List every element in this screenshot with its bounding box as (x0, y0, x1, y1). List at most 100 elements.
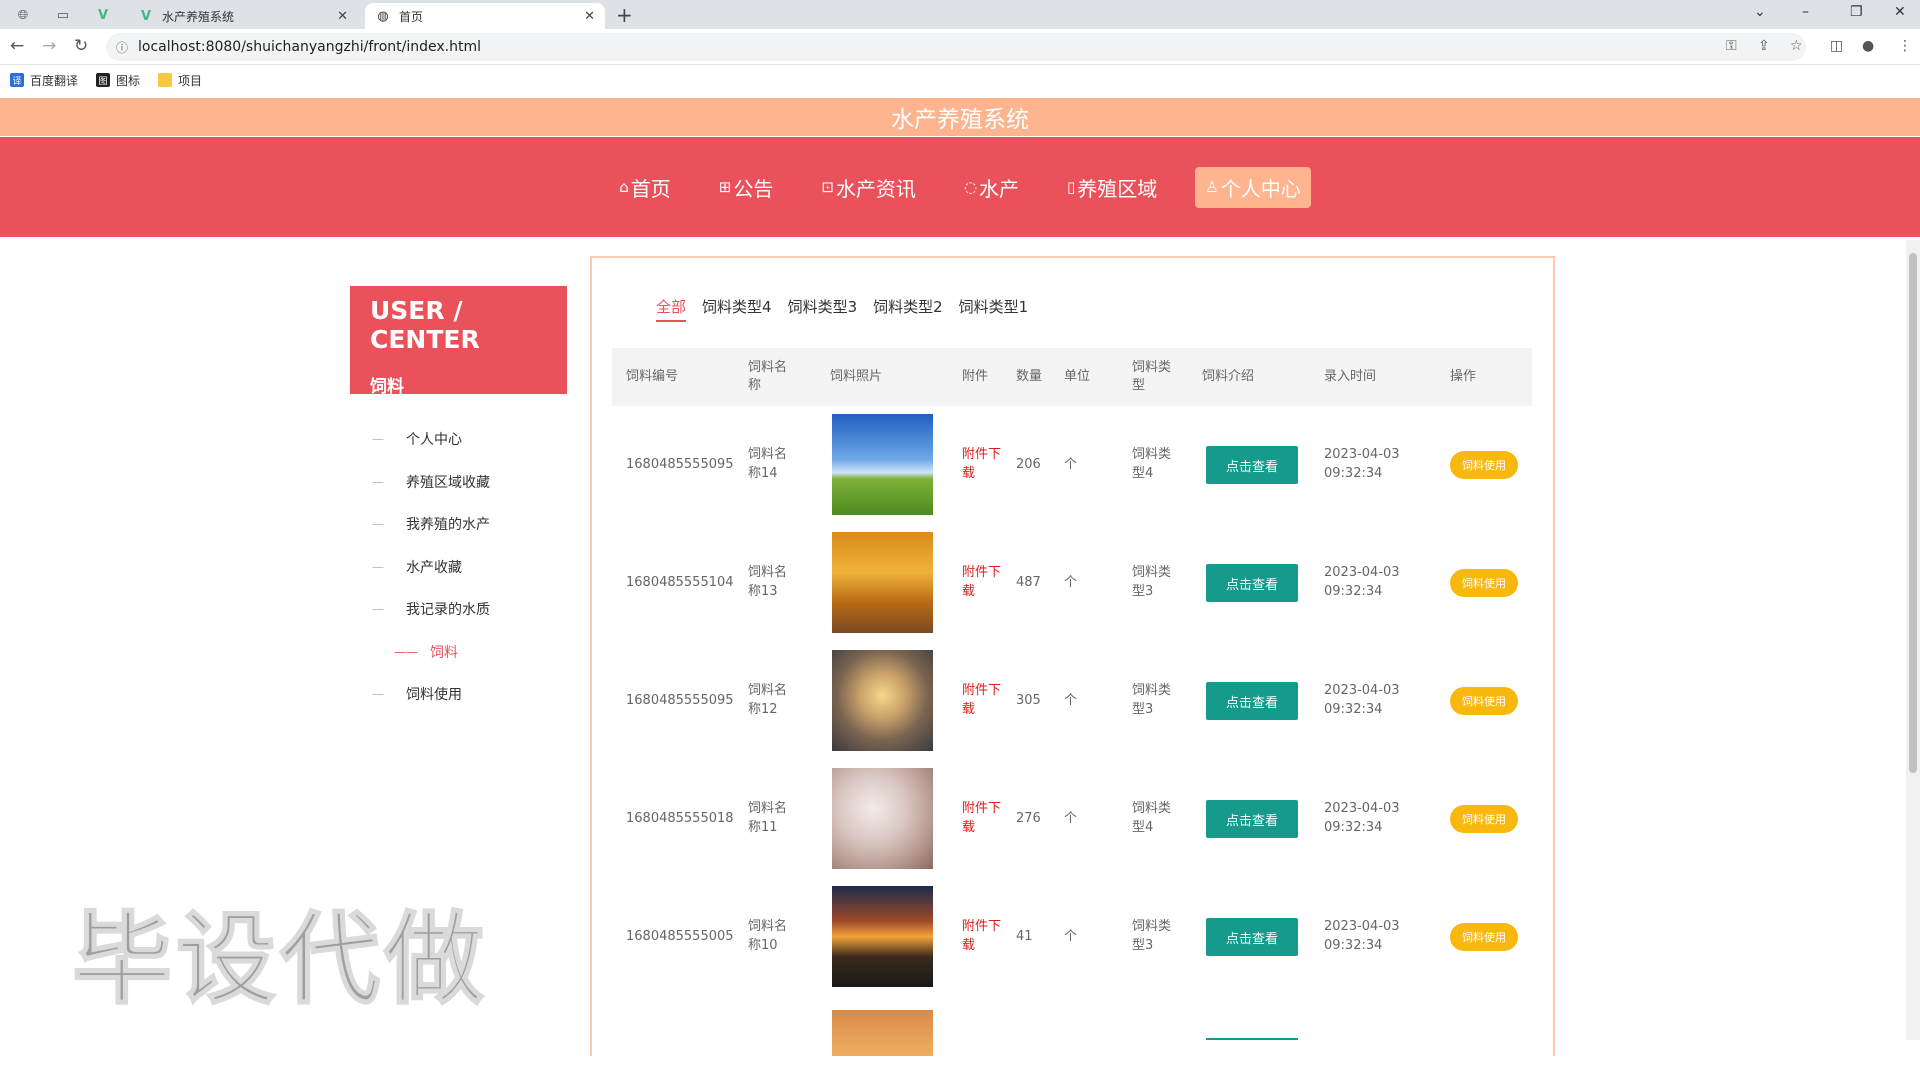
cell-unit: 个 (1064, 692, 1078, 708)
cell-qty: 487 (1016, 574, 1041, 590)
info-icon[interactable]: ⓘ (116, 39, 128, 56)
table-row: 1680485555095 饲料名称14 附件下载 206 个 饲料类型4 2023-04-… (612, 414, 1532, 532)
cell-time: 2023-04-03 09:32:34 (1324, 683, 1400, 717)
folder-icon (158, 73, 173, 87)
address-toolbar: ← → ↻ ⓘ localhost:8080/shuichanyangzhi/f… (0, 29, 1920, 65)
globe-icon: ◍ (377, 8, 389, 24)
browser-tab-active[interactable]: ◍ 首页 ✕ (365, 3, 605, 29)
main-nav: ⌂ 首页 ⊞ 公告 ⊡ 水产资讯 ◌ 水产 ▯ 养殖区域 ♙ 个人中心 (0, 137, 1920, 237)
menu-icon[interactable]: ⋮ (1898, 38, 1912, 54)
nav-icon: ♙ (1205, 178, 1219, 196)
cell-unit: 个 (1064, 810, 1078, 826)
nav-item-aquatic[interactable]: ◌ 水产 (954, 167, 1029, 208)
nav-item-news[interactable]: ⊡ 水产资讯 (811, 167, 926, 208)
star-icon[interactable]: ☆ (1790, 38, 1803, 54)
use-feed-button[interactable]: 饲料使用 (1450, 687, 1518, 715)
use-feed-button[interactable]: 饲料使用 (1450, 569, 1518, 597)
bookmark-project[interactable]: 项目 (158, 72, 202, 89)
use-feed-button[interactable]: 饲料使用 (1450, 805, 1518, 833)
view-intro-button[interactable]: 点击查看 (1206, 800, 1298, 838)
dash-marker: — (372, 517, 384, 532)
sidebar-item-label: 饲料 (430, 644, 458, 661)
cell-qty: 276 (1016, 810, 1041, 826)
bookmarks-bar: 译 百度翻译 图 图标 项目 (0, 66, 1920, 94)
sidebar-item[interactable]: — 饲料使用 (372, 673, 572, 716)
share-icon[interactable]: ⇪ (1758, 38, 1770, 54)
minimize-icon[interactable]: – (1802, 4, 1809, 20)
filter-tab[interactable]: 饲料类型2 (873, 296, 943, 322)
sidebar-item[interactable]: — 养殖区域收藏 (372, 461, 572, 504)
nav-item-notice[interactable]: ⊞ 公告 (709, 167, 784, 208)
filter-tab[interactable]: 饲料类型3 (788, 296, 858, 322)
nav-icon: ▯ (1067, 178, 1076, 196)
browser-tab-inactive[interactable]: V 水产养殖系统 ✕ (128, 3, 358, 29)
table-row: 1680485555005 饲料名称10 附件下载 41 个 饲料类型3 2023-04-0… (612, 886, 1532, 1004)
nav-item-home[interactable]: ⌂ 首页 (609, 167, 681, 208)
column-header: 饲料类型 (1132, 360, 1172, 393)
tab-search-icon[interactable]: ⌄ (1754, 4, 1766, 20)
sidebar-item[interactable]: — 个人中心 (372, 418, 572, 461)
dash-marker: — (372, 559, 384, 574)
cell-attach[interactable]: 附件下载 (962, 650, 1012, 750)
sidebar-item[interactable]: — 我养殖的水产 (372, 503, 572, 546)
nav-item-breeding-area[interactable]: ▯ 养殖区域 (1057, 167, 1167, 208)
cell-unit: 个 (1064, 456, 1078, 472)
nav-icon: ⊡ (821, 178, 834, 196)
filter-tab[interactable]: 饲料类型1 (959, 296, 1029, 322)
view-button-partial[interactable] (1206, 1038, 1298, 1056)
cell-type: 饲料类型3 (1132, 683, 1172, 717)
profile-icon[interactable]: ● (1862, 38, 1874, 54)
cell-unit: 个 (1064, 928, 1078, 944)
cell-attach[interactable]: 附件下载 (962, 886, 1012, 986)
cell-attach[interactable]: 附件下载 (962, 414, 1012, 514)
cell-type: 饲料类型4 (1132, 447, 1172, 481)
url-field[interactable]: ⓘ localhost:8080/shuichanyangzhi/front/i… (106, 33, 1806, 61)
cell-qty: 41 (1016, 928, 1033, 944)
view-intro-button[interactable]: 点击查看 (1206, 446, 1298, 484)
scrollbar-thumb[interactable] (1909, 253, 1917, 773)
back-icon[interactable]: ← (10, 36, 24, 56)
cell-code: 1680485555018 (626, 810, 734, 826)
view-intro-button[interactable]: 点击查看 (1206, 918, 1298, 956)
sidebar-item[interactable]: — 水产收藏 (372, 546, 572, 589)
view-intro-button[interactable]: 点击查看 (1206, 682, 1298, 720)
globe-icon[interactable]: 🌐︎ (12, 4, 34, 26)
cell-time: 2023-04-03 09:32:34 (1324, 801, 1400, 835)
bookmark-baidu-translate[interactable]: 译 百度翻译 (10, 72, 78, 89)
filter-tab[interactable]: 饲料类型4 (702, 296, 772, 322)
nav-label: 水产资讯 (835, 176, 916, 201)
close-icon[interactable]: ✕ (337, 9, 348, 24)
reload-icon[interactable]: ↻ (74, 36, 88, 56)
nav-label: 个人中心 (1220, 176, 1301, 201)
nav-item-user-center[interactable]: ♙ 个人中心 (1195, 166, 1311, 208)
vue-logo-icon[interactable]: V (92, 4, 114, 26)
forward-icon[interactable]: → (42, 36, 56, 56)
use-feed-button[interactable]: 饲料使用 (1450, 451, 1518, 479)
cell-code: 1680485555095 (626, 456, 734, 472)
close-icon[interactable]: ✕ (584, 9, 595, 24)
column-header: 附件 (962, 369, 989, 384)
nav-icon: ◌ (963, 178, 978, 196)
sidebar-item[interactable]: — 我记录的水质 (372, 588, 572, 631)
cell-time: 2023-04-03 09:32:34 (1324, 565, 1400, 599)
key-icon[interactable]: ⚿ (1726, 38, 1737, 54)
cell-type: 饲料类型4 (1132, 801, 1172, 835)
nav-icon: ⊞ (718, 178, 732, 196)
cell-name: 饲料名称11 (748, 801, 788, 835)
column-header: 饲料名称 (748, 360, 788, 393)
sidebar-item[interactable]: —— 饲料 (372, 631, 572, 674)
side-panel-icon[interactable]: ◫ (1830, 38, 1843, 54)
restore-icon[interactable]: ❐ (1850, 4, 1863, 20)
content-panel: 全部 饲料类型4 饲料类型3 饲料类型2 饲料类型1 饲料编号 饲料名称 饲料照片 附件 数量 单… (590, 256, 1555, 1056)
nav-label: 养殖区域 (1077, 176, 1158, 201)
column-header: 单位 (1064, 369, 1091, 384)
cell-attach[interactable]: 附件下载 (962, 532, 1012, 632)
window-close-icon[interactable]: ✕ (1894, 4, 1906, 20)
cell-attach[interactable]: 附件下载 (962, 768, 1012, 868)
use-feed-button[interactable]: 饲料使用 (1450, 923, 1518, 951)
new-tab-button[interactable]: + (616, 3, 633, 27)
view-intro-button[interactable]: 点击查看 (1206, 564, 1298, 602)
bookmark-icons[interactable]: 图 图标 (96, 72, 140, 89)
filter-tab[interactable]: 全部 (656, 296, 687, 322)
blank-tab-icon[interactable]: ▭ (52, 4, 74, 26)
